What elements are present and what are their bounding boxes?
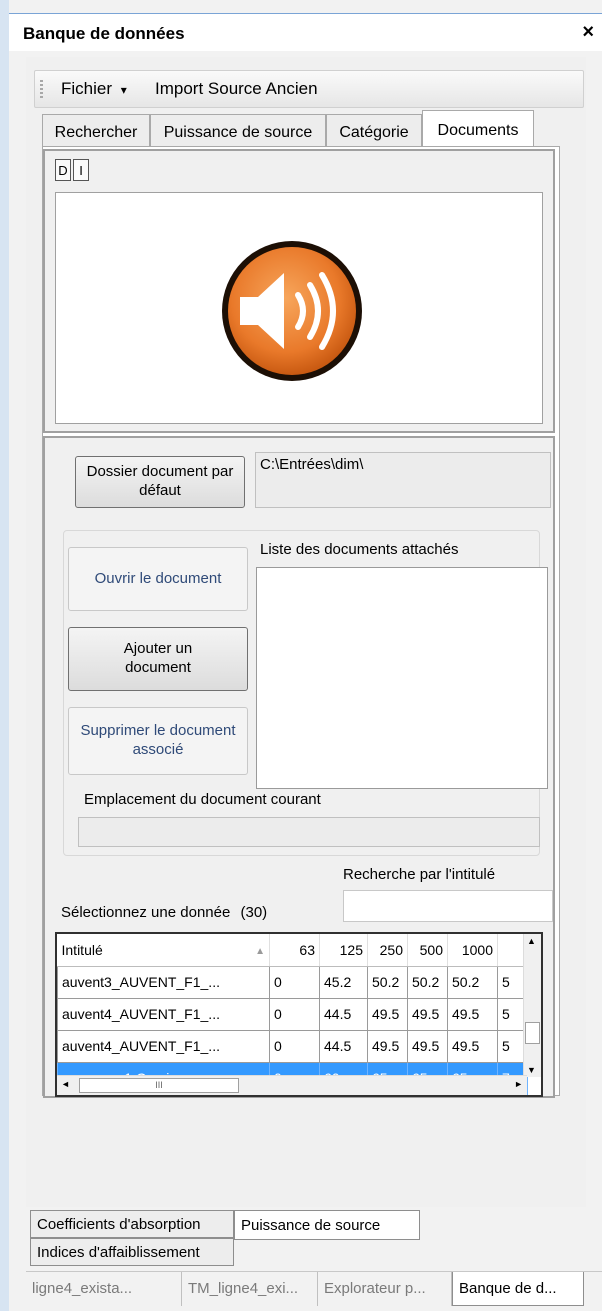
close-icon[interactable]: ×: [582, 21, 594, 44]
table-cell-value[interactable]: 49.5: [407, 997, 448, 1031]
delete-document-button[interactable]: Supprimer le document associé: [68, 707, 248, 775]
table-row[interactable]: auvent4_AUVENT_F1_... 0 44.5 49.5 49.5 49.5 5: [57, 997, 528, 1031]
table-row[interactable]: auvent3_AUVENT_F1_... 0 45.2 50.2 50.2 50.2 5: [57, 965, 528, 999]
table-cell-value[interactable]: 44.5: [319, 1029, 368, 1063]
tab-categorie[interactable]: Catégorie: [326, 114, 422, 146]
tab-coefficients-absorption[interactable]: Coefficients d'absorption: [30, 1210, 234, 1238]
column-header-500[interactable]: 500: [407, 934, 448, 967]
scroll-left-icon[interactable]: ◄: [61, 1079, 70, 1089]
doc-tab-ligne4-existant[interactable]: ligne4_exista...: [26, 1272, 182, 1306]
table-cell-value[interactable]: 0: [269, 1029, 320, 1063]
import-source-ancien-button[interactable]: Import Source Ancien: [155, 79, 318, 99]
current-location-label: Emplacement du document courant: [84, 791, 321, 808]
title-bar: Banque de données ×: [9, 13, 602, 51]
select-data-count: (30): [240, 904, 268, 921]
sort-ascending-icon: ▲: [255, 945, 265, 957]
horizontal-scroll-thumb[interactable]: III: [79, 1078, 239, 1093]
select-data-label: Sélectionnez une donnée (30): [61, 904, 267, 921]
default-folder-button[interactable]: Dossier document par défaut: [75, 456, 245, 508]
table-cell-value[interactable]: 0: [269, 997, 320, 1031]
add-document-button[interactable]: Ajouter un document: [68, 627, 248, 691]
scroll-up-icon[interactable]: ▲: [527, 936, 536, 946]
documents-box: Dossier document par défaut C:\Entrées\d…: [43, 436, 555, 1098]
menu-fichier[interactable]: Fichier ▾: [61, 79, 127, 99]
d-button[interactable]: D: [55, 159, 71, 181]
table-cell-value[interactable]: 50.2: [407, 965, 448, 999]
attached-list-label: Liste des documents attachés: [260, 541, 459, 558]
scroll-right-icon[interactable]: ►: [514, 1079, 523, 1089]
column-header-intitule[interactable]: Intitulé ▲: [57, 934, 270, 967]
table-cell-value[interactable]: 49.5: [447, 997, 498, 1031]
doc-tab-explorateur[interactable]: Explorateur p...: [318, 1272, 452, 1306]
vertical-scroll-thumb[interactable]: [525, 1022, 540, 1044]
open-document-button[interactable]: Ouvrir le document: [68, 547, 248, 611]
table-cell-value[interactable]: 44.5: [319, 997, 368, 1031]
vertical-scrollbar[interactable]: ▲ ▼: [523, 934, 541, 1077]
search-label: Recherche par l'intitulé: [343, 866, 496, 883]
table-cell-value[interactable]: 50.2: [367, 965, 408, 999]
document-tab-strip: ligne4_exista... TM_ligne4_exi... Explor…: [26, 1271, 602, 1306]
preview-box: D I: [43, 149, 555, 433]
tab-documents[interactable]: Documents: [422, 110, 534, 146]
chevron-down-icon: ▾: [120, 83, 127, 97]
current-location-field: [78, 817, 540, 847]
window-title: Banque de données: [23, 24, 185, 43]
horizontal-scrollbar[interactable]: ◄ III ►: [57, 1075, 527, 1095]
table-cell-value[interactable]: 49.5: [447, 1029, 498, 1063]
tab-bottom-puissance-de-source[interactable]: Puissance de source: [234, 1210, 420, 1240]
search-input[interactable]: [343, 890, 553, 922]
document-preview: [55, 192, 543, 424]
table-cell-value[interactable]: 45.2: [319, 965, 368, 999]
toolbar: Fichier ▾ Import Source Ancien: [34, 70, 584, 108]
tab-rechercher[interactable]: Rechercher: [42, 114, 150, 146]
table-cell-value[interactable]: 49.5: [407, 1029, 448, 1063]
scroll-down-icon[interactable]: ▼: [527, 1065, 536, 1075]
column-header-63[interactable]: 63: [269, 934, 320, 967]
table-cell-value[interactable]: 50.2: [447, 965, 498, 999]
table-cell-intitule[interactable]: auvent4_AUVENT_F1_...: [57, 1029, 270, 1063]
table-cell-value[interactable]: 49.5: [367, 997, 408, 1031]
table-cell-value[interactable]: 49.5: [367, 1029, 408, 1063]
i-button[interactable]: I: [73, 159, 89, 181]
table-cell-value[interactable]: 0: [269, 965, 320, 999]
tab-puissance-de-source[interactable]: Puissance de source: [150, 114, 326, 146]
default-folder-path: C:\Entrées\dim\: [255, 452, 551, 508]
table-row[interactable]: auvent4_AUVENT_F1_... 0 44.5 49.5 49.5 49.5 5: [57, 1029, 528, 1063]
menu-fichier-label: Fichier: [61, 79, 113, 98]
table-cell-intitule[interactable]: auvent4_AUVENT_F1_...: [57, 997, 270, 1031]
column-header-250[interactable]: 250: [367, 934, 408, 967]
attached-documents-list[interactable]: [256, 567, 548, 789]
tab-indices-affaiblissement[interactable]: Indices d'affaiblissement: [30, 1238, 234, 1266]
data-grid: Intitulé ▲ 63 125 250 500 1000 auvent3_A…: [55, 932, 543, 1097]
table-header-row: Intitulé ▲ 63 125 250 500 1000: [57, 934, 528, 967]
data-table: Intitulé ▲ 63 125 250 500 1000 auvent3_A…: [57, 934, 528, 1095]
toolbar-grip[interactable]: [40, 80, 43, 100]
attached-documents-group: Liste des documents attachés Ouvrir le d…: [63, 530, 548, 856]
doc-tab-banque-de-donnees[interactable]: Banque de d...: [452, 1272, 584, 1306]
table-cell-intitule[interactable]: auvent3_AUVENT_F1_...: [57, 965, 270, 999]
column-header-1000[interactable]: 1000: [447, 934, 498, 967]
left-edge: [0, 0, 9, 1311]
column-header-intitule-label: Intitulé: [61, 941, 103, 958]
column-header-125[interactable]: 125: [319, 934, 368, 967]
select-data-text: Sélectionnez une donnée: [61, 904, 231, 921]
doc-tab-tm-ligne4[interactable]: TM_ligne4_exi...: [182, 1272, 318, 1306]
speaker-icon: [222, 241, 362, 381]
